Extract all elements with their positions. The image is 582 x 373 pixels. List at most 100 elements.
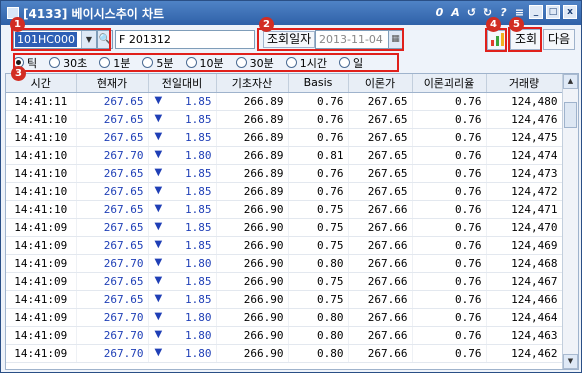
column-header[interactable]: Basis <box>288 74 349 93</box>
volume-cell: 124,462 <box>486 344 563 363</box>
time-cell: 14:41:09 <box>6 272 77 291</box>
underlying-cell: 266.90 <box>216 218 289 237</box>
time-cell: 14:41:09 <box>6 236 77 255</box>
table-row[interactable]: 14:41:10 267.65 ▼ 1.85 266.90 0.75 267.66 0.76 1… <box>6 200 563 219</box>
change-cell: ▼ 1.85 <box>148 236 217 255</box>
price-cell: 267.65 <box>76 200 149 219</box>
change-cell: ▼ 1.80 <box>148 308 217 327</box>
period-radio-day[interactable]: 일 <box>339 55 363 71</box>
period-radio-5m[interactable]: 5분 <box>142 55 174 71</box>
table-row[interactable]: 14:41:10 267.65 ▼ 1.85 266.89 0.76 267.65 0.76 1… <box>6 182 563 201</box>
maximize-button[interactable]: □ <box>546 5 560 19</box>
table-row[interactable]: 14:41:09 267.65 ▼ 1.85 266.90 0.75 267.66 0.76 1… <box>6 236 563 255</box>
scroll-up-icon[interactable]: ▲ <box>563 74 578 89</box>
price-cell: 267.70 <box>76 254 149 273</box>
change-value: 1.85 <box>185 184 212 198</box>
basis-cell: 0.75 <box>288 218 349 237</box>
gap-cell: 0.76 <box>412 326 487 345</box>
change-value: 1.85 <box>185 274 212 288</box>
search-icon[interactable]: 🔍 <box>97 30 113 49</box>
change-cell: ▼ 1.85 <box>148 128 217 147</box>
down-triangle-icon: ▼ <box>154 292 163 304</box>
theory-cell: 267.66 <box>348 290 413 309</box>
badge-5: 5 <box>509 17 524 32</box>
table-row[interactable]: 14:41:09 267.70 ▼ 1.80 266.90 0.80 267.66 0.76 1… <box>6 326 563 345</box>
basis-cell: 0.76 <box>288 164 349 183</box>
volume-cell: 124,474 <box>486 146 563 165</box>
gap-cell: 0.76 <box>412 128 487 147</box>
price-cell: 267.65 <box>76 164 149 183</box>
down-triangle-icon: ▼ <box>154 310 163 322</box>
underlying-cell: 266.90 <box>216 200 289 219</box>
column-header[interactable]: 전일대비 <box>148 74 217 93</box>
table-row[interactable]: 14:41:09 267.65 ▼ 1.85 266.90 0.75 267.66 0.76 1… <box>6 272 563 291</box>
help-icon[interactable]: ? <box>497 6 510 19</box>
period-label: 1시간 <box>299 56 327 70</box>
calendar-icon[interactable]: ▦ <box>388 30 403 49</box>
time-cell: 14:41:09 <box>6 344 77 363</box>
down-triangle-icon: ▼ <box>154 202 163 214</box>
table-row[interactable]: 14:41:10 267.65 ▼ 1.85 266.89 0.76 267.65 0.76 1… <box>6 128 563 147</box>
minimize-button[interactable]: _ <box>529 5 543 19</box>
underlying-cell: 266.89 <box>216 128 289 147</box>
column-header[interactable]: 이론괴리율 <box>412 74 487 93</box>
table-row[interactable]: 14:41:10 267.70 ▼ 1.80 266.89 0.81 267.65 0.76 1… <box>6 146 563 165</box>
gap-cell: 0.76 <box>412 236 487 255</box>
change-value: 1.85 <box>185 238 212 252</box>
close-button[interactable]: x <box>563 5 577 19</box>
query-button[interactable]: 조회 <box>510 29 542 50</box>
chart-icon-bar <box>501 33 504 46</box>
period-radio-1h[interactable]: 1시간 <box>285 55 327 71</box>
chevron-down-icon[interactable]: ▼ <box>81 31 96 48</box>
table-row[interactable]: 14:41:09 267.70 ▼ 1.80 266.90 0.80 267.66 0.76 1… <box>6 254 563 273</box>
basis-data-grid[interactable]: 시간 현재가 전일대비 기초자산 Basis 이론가 이론괴리율 거래량 14:… <box>5 73 579 370</box>
next-button[interactable]: 다음 <box>543 29 575 50</box>
theory-cell: 267.65 <box>348 164 413 183</box>
underlying-cell: 266.90 <box>216 254 289 273</box>
underlying-cell: 266.90 <box>216 272 289 291</box>
underlying-cell: 266.89 <box>216 164 289 183</box>
column-header[interactable]: 기초자산 <box>216 74 289 93</box>
theory-cell: 267.65 <box>348 110 413 129</box>
zero-icon[interactable]: 0 <box>433 6 446 19</box>
undo-icon[interactable]: ↺ <box>465 6 478 19</box>
date-field[interactable]: 2013-11-04 <box>315 30 389 49</box>
volume-cell: 124,468 <box>486 254 563 273</box>
change-cell: ▼ 1.85 <box>148 290 217 309</box>
table-body: 14:41:11 267.65 ▼ 1.85 266.89 0.76 267.65 0.76 1… <box>6 92 563 363</box>
theory-cell: 267.66 <box>348 344 413 363</box>
table-row[interactable]: 14:41:09 267.70 ▼ 1.80 266.90 0.80 267.66 0.76 1… <box>6 308 563 327</box>
volume-cell: 124,469 <box>486 236 563 255</box>
price-cell: 267.65 <box>76 110 149 129</box>
font-icon[interactable]: A <box>449 6 462 19</box>
scroll-down-icon[interactable]: ▼ <box>563 354 578 369</box>
badge-3: 3 <box>11 66 26 81</box>
table-row[interactable]: 14:41:09 267.65 ▼ 1.85 266.90 0.75 267.66 0.76 1… <box>6 290 563 309</box>
column-header[interactable]: 현재가 <box>76 74 149 93</box>
price-cell: 267.65 <box>76 218 149 237</box>
chart-icon[interactable] <box>487 30 507 50</box>
column-header[interactable]: 거래량 <box>486 74 563 93</box>
period-radio-1m[interactable]: 1분 <box>99 55 130 71</box>
theory-cell: 267.65 <box>348 146 413 165</box>
gap-cell: 0.76 <box>412 344 487 363</box>
period-radio-30s[interactable]: 30초 <box>49 55 87 71</box>
table-row[interactable]: 14:41:11 267.65 ▼ 1.85 266.89 0.76 267.65 0.76 1… <box>6 92 563 111</box>
change-cell: ▼ 1.85 <box>148 92 217 111</box>
change-cell: ▼ 1.85 <box>148 218 217 237</box>
period-radio-30m[interactable]: 30분 <box>235 55 274 71</box>
period-radio-10m[interactable]: 10분 <box>185 55 224 71</box>
scroll-thumb[interactable] <box>564 102 577 128</box>
change-value: 1.80 <box>185 310 212 324</box>
table-row[interactable]: 14:41:09 267.65 ▼ 1.85 266.90 0.75 267.66 0.76 1… <box>6 218 563 237</box>
period-label: 30초 <box>63 56 88 70</box>
table-row[interactable]: 14:41:10 267.65 ▼ 1.85 266.89 0.76 267.65 0.76 1… <box>6 110 563 129</box>
table-row[interactable]: 14:41:10 267.65 ▼ 1.85 266.89 0.76 267.65 0.76 1… <box>6 164 563 183</box>
vertical-scrollbar[interactable]: ▲ ▼ <box>562 74 578 369</box>
column-header[interactable]: 이론가 <box>348 74 413 93</box>
code-combobox[interactable]: 101HC000 ▼ <box>13 30 97 49</box>
badge-4: 4 <box>486 17 501 32</box>
chart-icon-bar <box>496 36 499 46</box>
theory-cell: 267.66 <box>348 254 413 273</box>
table-row[interactable]: 14:41:09 267.70 ▼ 1.80 266.90 0.80 267.66 0.76 1… <box>6 344 563 363</box>
